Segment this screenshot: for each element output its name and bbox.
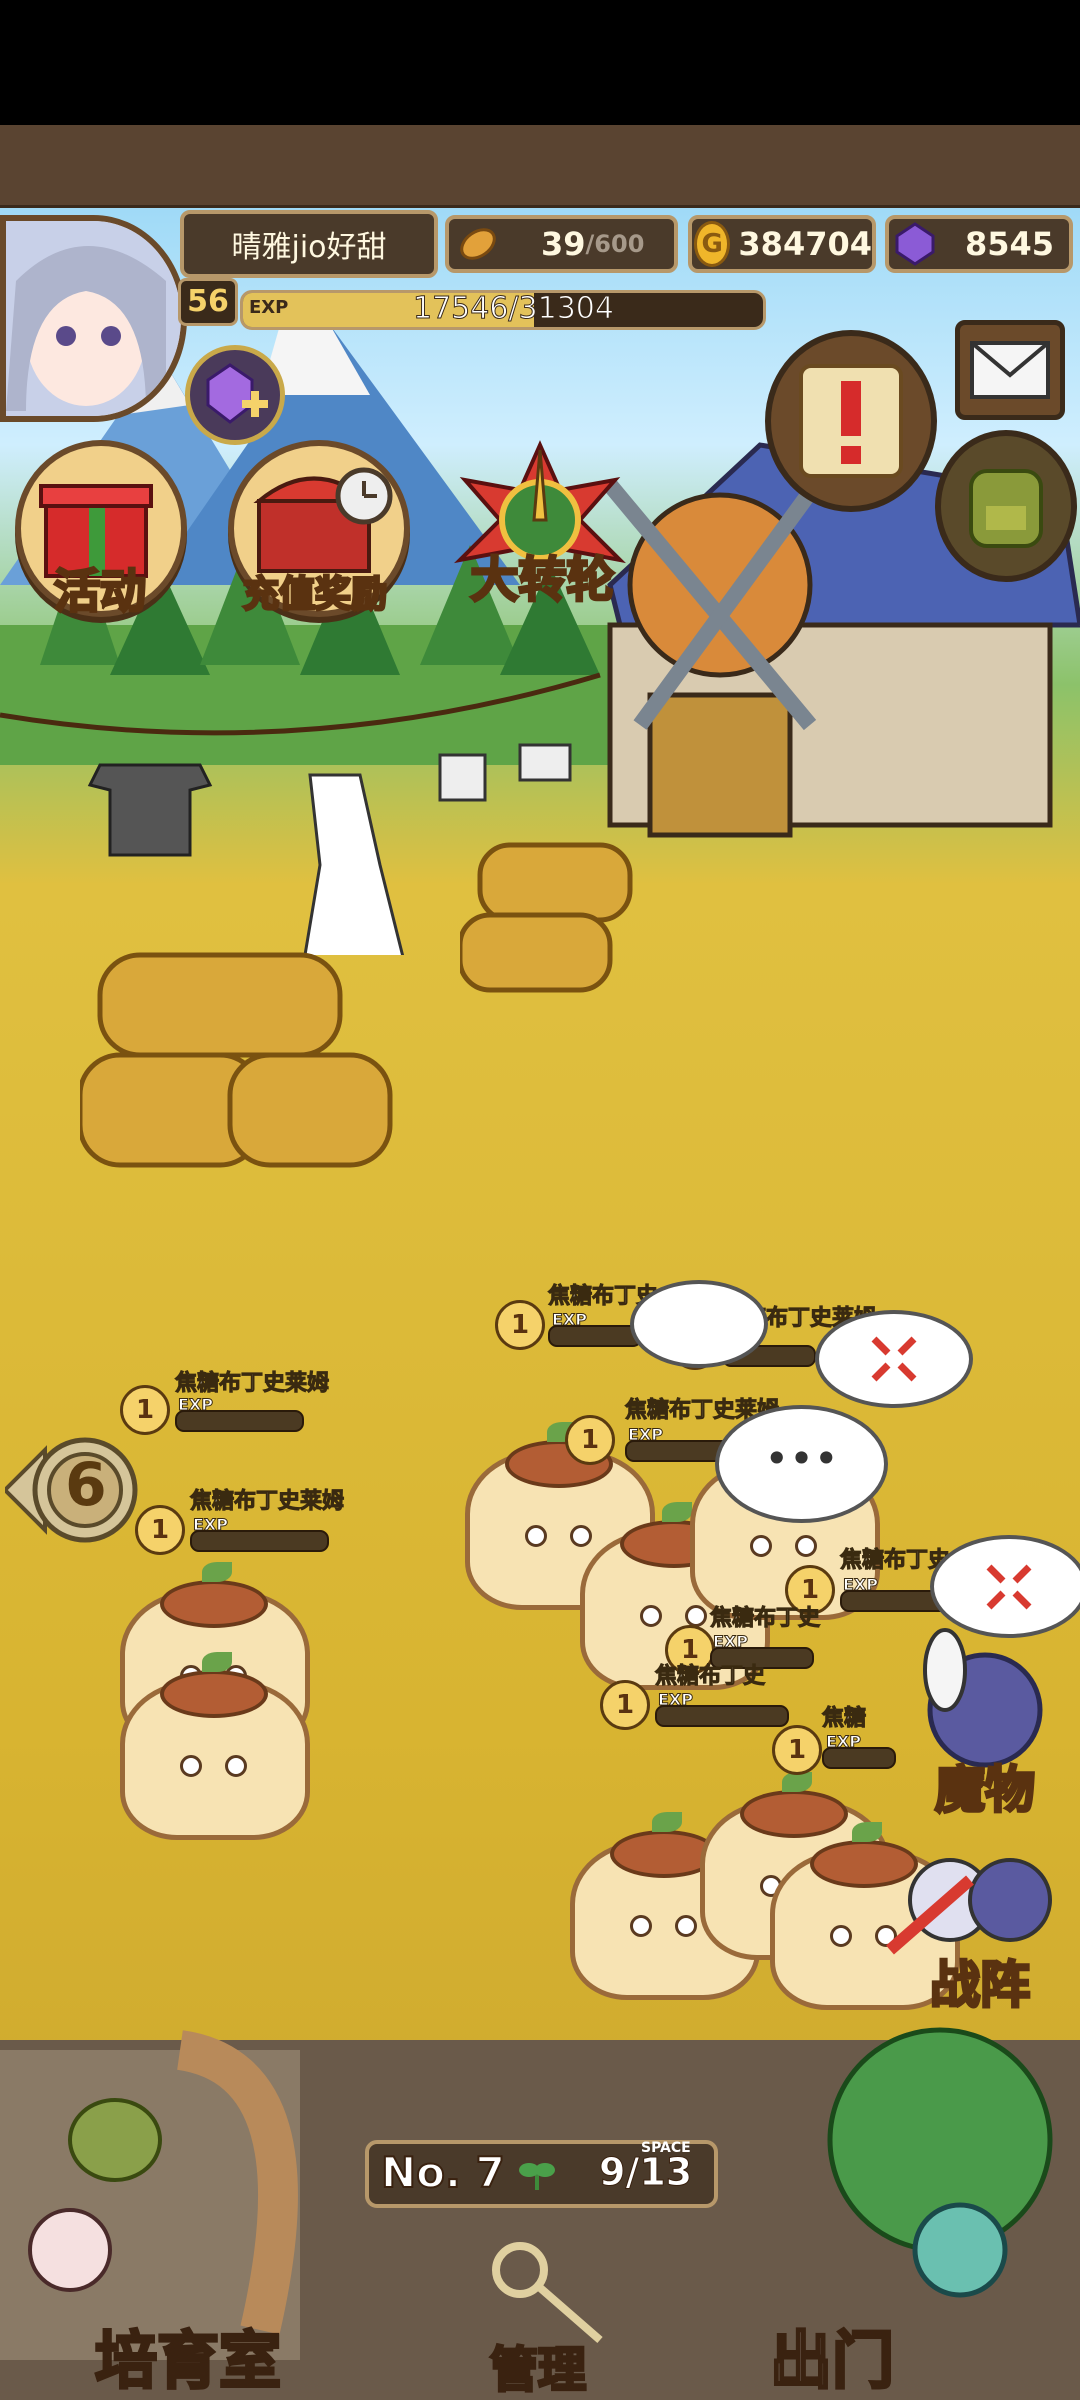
player-name-box: 晴雅jio好甜 xyxy=(180,210,438,278)
quest-button[interactable] xyxy=(765,330,937,512)
gold-value: 384704 xyxy=(738,225,872,263)
monster-label: 魔物 xyxy=(934,1760,1037,1821)
formation-button[interactable]: 战阵 xyxy=(880,1820,1070,2020)
gem-plus-icon xyxy=(206,363,268,424)
backpack-button[interactable] xyxy=(935,430,1077,582)
monster-exp-bar xyxy=(548,1325,642,1347)
bread-icon xyxy=(460,228,496,260)
manage-button[interactable]: 管理 xyxy=(450,2220,640,2400)
hay-bales xyxy=(80,952,393,1168)
player-name: 晴雅jio好甜 xyxy=(231,230,387,265)
exp-value: 17546/31304 xyxy=(413,291,615,327)
bread-value: 39 xyxy=(541,225,586,263)
backpack-icon xyxy=(969,469,1043,548)
sprout-icon xyxy=(519,2163,555,2190)
recharge-reward-label: 充值奖励 xyxy=(241,573,388,617)
monster-name: 焦糖布丁史莱姆 xyxy=(189,1489,345,1515)
angry-bubble xyxy=(815,1310,973,1408)
formation-label: 战阵 xyxy=(929,1955,1032,2016)
monster-button[interactable]: 魔物 xyxy=(900,1620,1070,1821)
monster-name: 焦糖布丁史莱姆 xyxy=(174,1371,330,1397)
avatar-portrait xyxy=(6,221,181,416)
exp-label: EXP xyxy=(249,297,289,318)
mail-button[interactable] xyxy=(955,320,1065,420)
bread-max: /600 xyxy=(585,230,645,258)
gold-icon: G xyxy=(694,221,731,267)
monster-exp-bar xyxy=(822,1747,896,1769)
monster-level: 1 xyxy=(772,1725,822,1775)
wheel-label: 大转轮 xyxy=(469,551,616,610)
speech-bubble xyxy=(630,1280,768,1368)
speech-bubble-text: ••• xyxy=(764,1434,839,1483)
monster-name: 焦糖布丁史 xyxy=(709,1606,821,1632)
monster-level: 1 xyxy=(495,1300,545,1350)
hay-bales-small xyxy=(460,842,633,993)
monster-level: 1 xyxy=(120,1385,170,1435)
anger-icon xyxy=(871,1336,917,1382)
player-level: 56 xyxy=(178,278,238,326)
slime-monster[interactable] xyxy=(110,1652,310,1840)
gem-icon xyxy=(895,222,935,266)
monster-level: 1 xyxy=(135,1505,185,1555)
wave-number: 6 xyxy=(65,1450,107,1520)
monster-exp-bar xyxy=(190,1530,329,1552)
status-bar-area xyxy=(0,0,1080,125)
monster-level: 1 xyxy=(600,1680,650,1730)
monster-name: 焦糖 xyxy=(821,1706,867,1732)
gold-counter[interactable]: G 384704 xyxy=(688,215,876,273)
add-gem-button[interactable] xyxy=(185,345,285,445)
scroll-icon xyxy=(799,364,903,478)
space-value: 9/13 xyxy=(598,2150,693,2195)
gem-counter[interactable]: 8545 xyxy=(885,215,1073,273)
forest-gate-scene xyxy=(827,2027,1053,2298)
mail-icon xyxy=(970,341,1050,399)
monster-name: 焦糖布丁史 xyxy=(654,1664,766,1690)
monster-exp-bar xyxy=(655,1705,789,1727)
manage-label: 管理 xyxy=(488,2341,587,2400)
avatar[interactable] xyxy=(0,215,187,422)
go-out-button[interactable]: 出门 xyxy=(768,2310,895,2400)
top-wood-strip xyxy=(0,125,1080,208)
farm-info-bar: No. 7 SPACE 9/13 xyxy=(365,2140,718,2208)
bread-counter[interactable]: 39 /600 xyxy=(445,215,678,273)
exp-bar: EXP 17546/31304 xyxy=(240,290,766,330)
gem-value: 8545 xyxy=(965,225,1055,263)
monster-level: 1 xyxy=(565,1415,615,1465)
farm-number: No. 7 xyxy=(380,2147,506,2198)
monster-exp-bar xyxy=(175,1410,304,1432)
nursery-button[interactable]: 培育室 xyxy=(93,2310,282,2400)
speech-bubble: ••• xyxy=(715,1405,888,1523)
wave-indicator: 6 xyxy=(2,1420,145,1560)
event-label: 活动 xyxy=(53,563,148,620)
